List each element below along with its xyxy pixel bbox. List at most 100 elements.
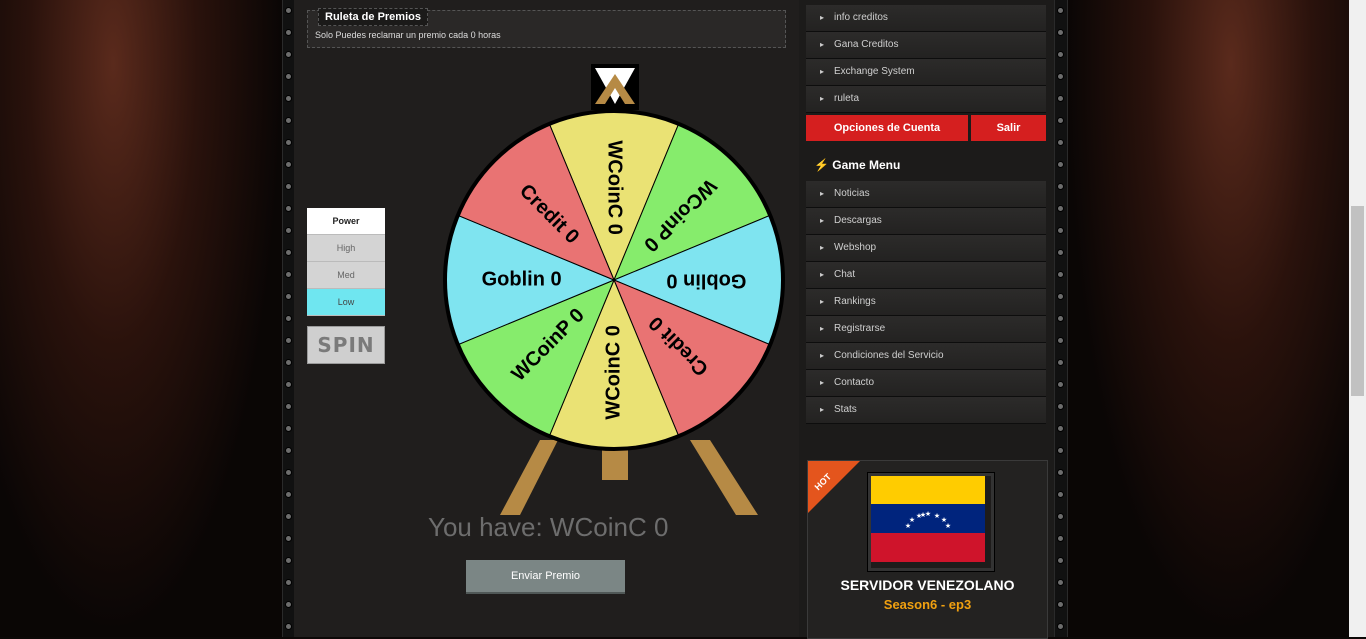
bullet-icon: ▸ [820, 405, 825, 414]
rivet-icon [1058, 118, 1063, 123]
rivet-icon [1058, 514, 1063, 519]
page-scrollbar[interactable] [1349, 0, 1366, 637]
menu-item-webshop[interactable]: ▸ Webshop [806, 235, 1046, 262]
rivet-icon [1058, 624, 1063, 629]
rivet-icon [1058, 316, 1063, 321]
rivet-icon [286, 426, 291, 431]
rivet-icon [286, 602, 291, 607]
rivet-icon [1058, 338, 1063, 343]
rivet-icon [286, 382, 291, 387]
menu-item-exchange-system[interactable]: ▸ Exchange System [806, 59, 1046, 86]
scroll-thumb[interactable] [1351, 206, 1364, 396]
wheel-stand [500, 440, 758, 515]
rivet-icon [286, 184, 291, 189]
rivet-icon [1058, 74, 1063, 79]
claim-notice: Solo Puedes reclamar un premio cada 0 ho… [315, 30, 501, 40]
rivet-icon [1058, 184, 1063, 189]
bullet-icon: ▸ [820, 94, 825, 103]
bullet-icon: ▸ [820, 297, 825, 306]
result-text: You have: WCoinC 0 [428, 512, 669, 542]
rivet-icon [286, 162, 291, 167]
send-prize-button[interactable]: Enviar Premio [466, 560, 625, 594]
bullet-icon: ▸ [820, 378, 825, 387]
rivet-icon [286, 558, 291, 563]
rivet-icon [286, 470, 291, 475]
rivet-icon [286, 360, 291, 365]
bullet-icon: ▸ [820, 40, 825, 49]
menu-item-gana-creditos[interactable]: ▸ Gana Creditos [806, 32, 1046, 59]
rivet-icon [1058, 30, 1063, 35]
game-menu: ▸ Noticias ▸ Descargas ▸ Webshop ▸ Chat ▸ Ran… [806, 181, 1046, 424]
right-rail [1054, 0, 1068, 637]
rivet-icon [1058, 558, 1063, 563]
power-option-high[interactable]: High [307, 235, 385, 262]
menu-item-stats[interactable]: ▸ Stats [806, 397, 1046, 424]
rivet-icon [286, 8, 291, 13]
rivet-icon [286, 294, 291, 299]
rivet-icon [286, 74, 291, 79]
prize-wheel[interactable]: WCoinC 0 WCoinP 0Goblin 0Credit 0WCoinC 0… [440, 60, 790, 520]
rivet-icon [286, 580, 291, 585]
bullet-icon: ▸ [820, 243, 825, 252]
svg-text:★: ★ [909, 516, 915, 524]
bullet-icon: ▸ [820, 351, 825, 360]
menu-item-condiciones[interactable]: ▸ Condiciones del Servicio [806, 343, 1046, 370]
hot-ribbon: HOT [808, 461, 860, 513]
bullet-icon: ▸ [820, 324, 825, 333]
power-selector: Power High Med Low [307, 208, 385, 316]
rivet-icon [1058, 426, 1063, 431]
rivet-icon [286, 514, 291, 519]
right-background [1066, 0, 1366, 637]
menu-item-chat[interactable]: ▸ Chat [806, 262, 1046, 289]
left-background [0, 0, 283, 637]
svg-text:★: ★ [945, 522, 951, 530]
game-menu-title: ⚡ Game Menu [814, 158, 901, 172]
bullet-icon: ▸ [820, 189, 825, 198]
power-option-low[interactable]: Low [307, 289, 385, 316]
wheel-segment-label: Goblin 0 [482, 268, 562, 290]
rivet-icon [1058, 448, 1063, 453]
banner-title: SERVIDOR VENEZOLANO [840, 577, 1015, 593]
spin-button[interactable]: SPIN [307, 326, 385, 364]
rivet-icon [1058, 536, 1063, 541]
bullet-icon: ▸ [820, 216, 825, 225]
svg-text:★: ★ [920, 511, 926, 519]
menu-item-rankings[interactable]: ▸ Rankings [806, 289, 1046, 316]
power-option-med[interactable]: Med [307, 262, 385, 289]
rivet-icon [1058, 162, 1063, 167]
rivet-icon [286, 404, 291, 409]
menu-item-descargas[interactable]: ▸ Descargas [806, 208, 1046, 235]
rivet-icon [286, 228, 291, 233]
rivet-icon [1058, 382, 1063, 387]
rivet-icon [1058, 52, 1063, 57]
rivet-icon [286, 338, 291, 343]
menu-item-noticias[interactable]: ▸ Noticias [806, 181, 1046, 208]
wheel-segment-label: WCoinC 0 [604, 140, 626, 234]
rivet-icon [1058, 140, 1063, 145]
rivet-icon [286, 316, 291, 321]
bullet-icon: ▸ [820, 67, 825, 76]
rivet-icon [286, 118, 291, 123]
rivet-icon [286, 52, 291, 57]
rivet-icon [286, 206, 291, 211]
server-banner[interactable]: HOT ★ ★ ★ ★ ★ ★ ★ ★ SERVIDOR VENEZOLANO Seaso… [807, 460, 1048, 639]
rivet-icon [286, 272, 291, 277]
venezuela-flag: ★ ★ ★ ★ ★ ★ ★ ★ [868, 473, 994, 571]
rivet-icon [1058, 272, 1063, 277]
wheel-segments: WCoinC 0 WCoinP 0Goblin 0Credit 0WCoinC 0… [445, 111, 783, 449]
rivet-icon [286, 30, 291, 35]
menu-item-contacto[interactable]: ▸ Contacto [806, 370, 1046, 397]
rivet-icon [1058, 580, 1063, 585]
menu-item-info-creditos[interactable]: ▸ info creditos [806, 5, 1046, 32]
rivet-icon [286, 536, 291, 541]
account-options-button[interactable]: Opciones de Cuenta [806, 115, 968, 141]
rivet-icon [1058, 250, 1063, 255]
page-title: Ruleta de Premios [318, 8, 428, 26]
menu-item-ruleta[interactable]: ▸ ruleta [806, 86, 1046, 113]
wing-icon: ⚡ [814, 158, 829, 172]
rivet-icon [1058, 294, 1063, 299]
svg-text:★: ★ [934, 512, 940, 520]
menu-item-registrarse[interactable]: ▸ Registrarse [806, 316, 1046, 343]
power-title: Power [307, 208, 385, 235]
logout-button[interactable]: Salir [971, 115, 1046, 141]
